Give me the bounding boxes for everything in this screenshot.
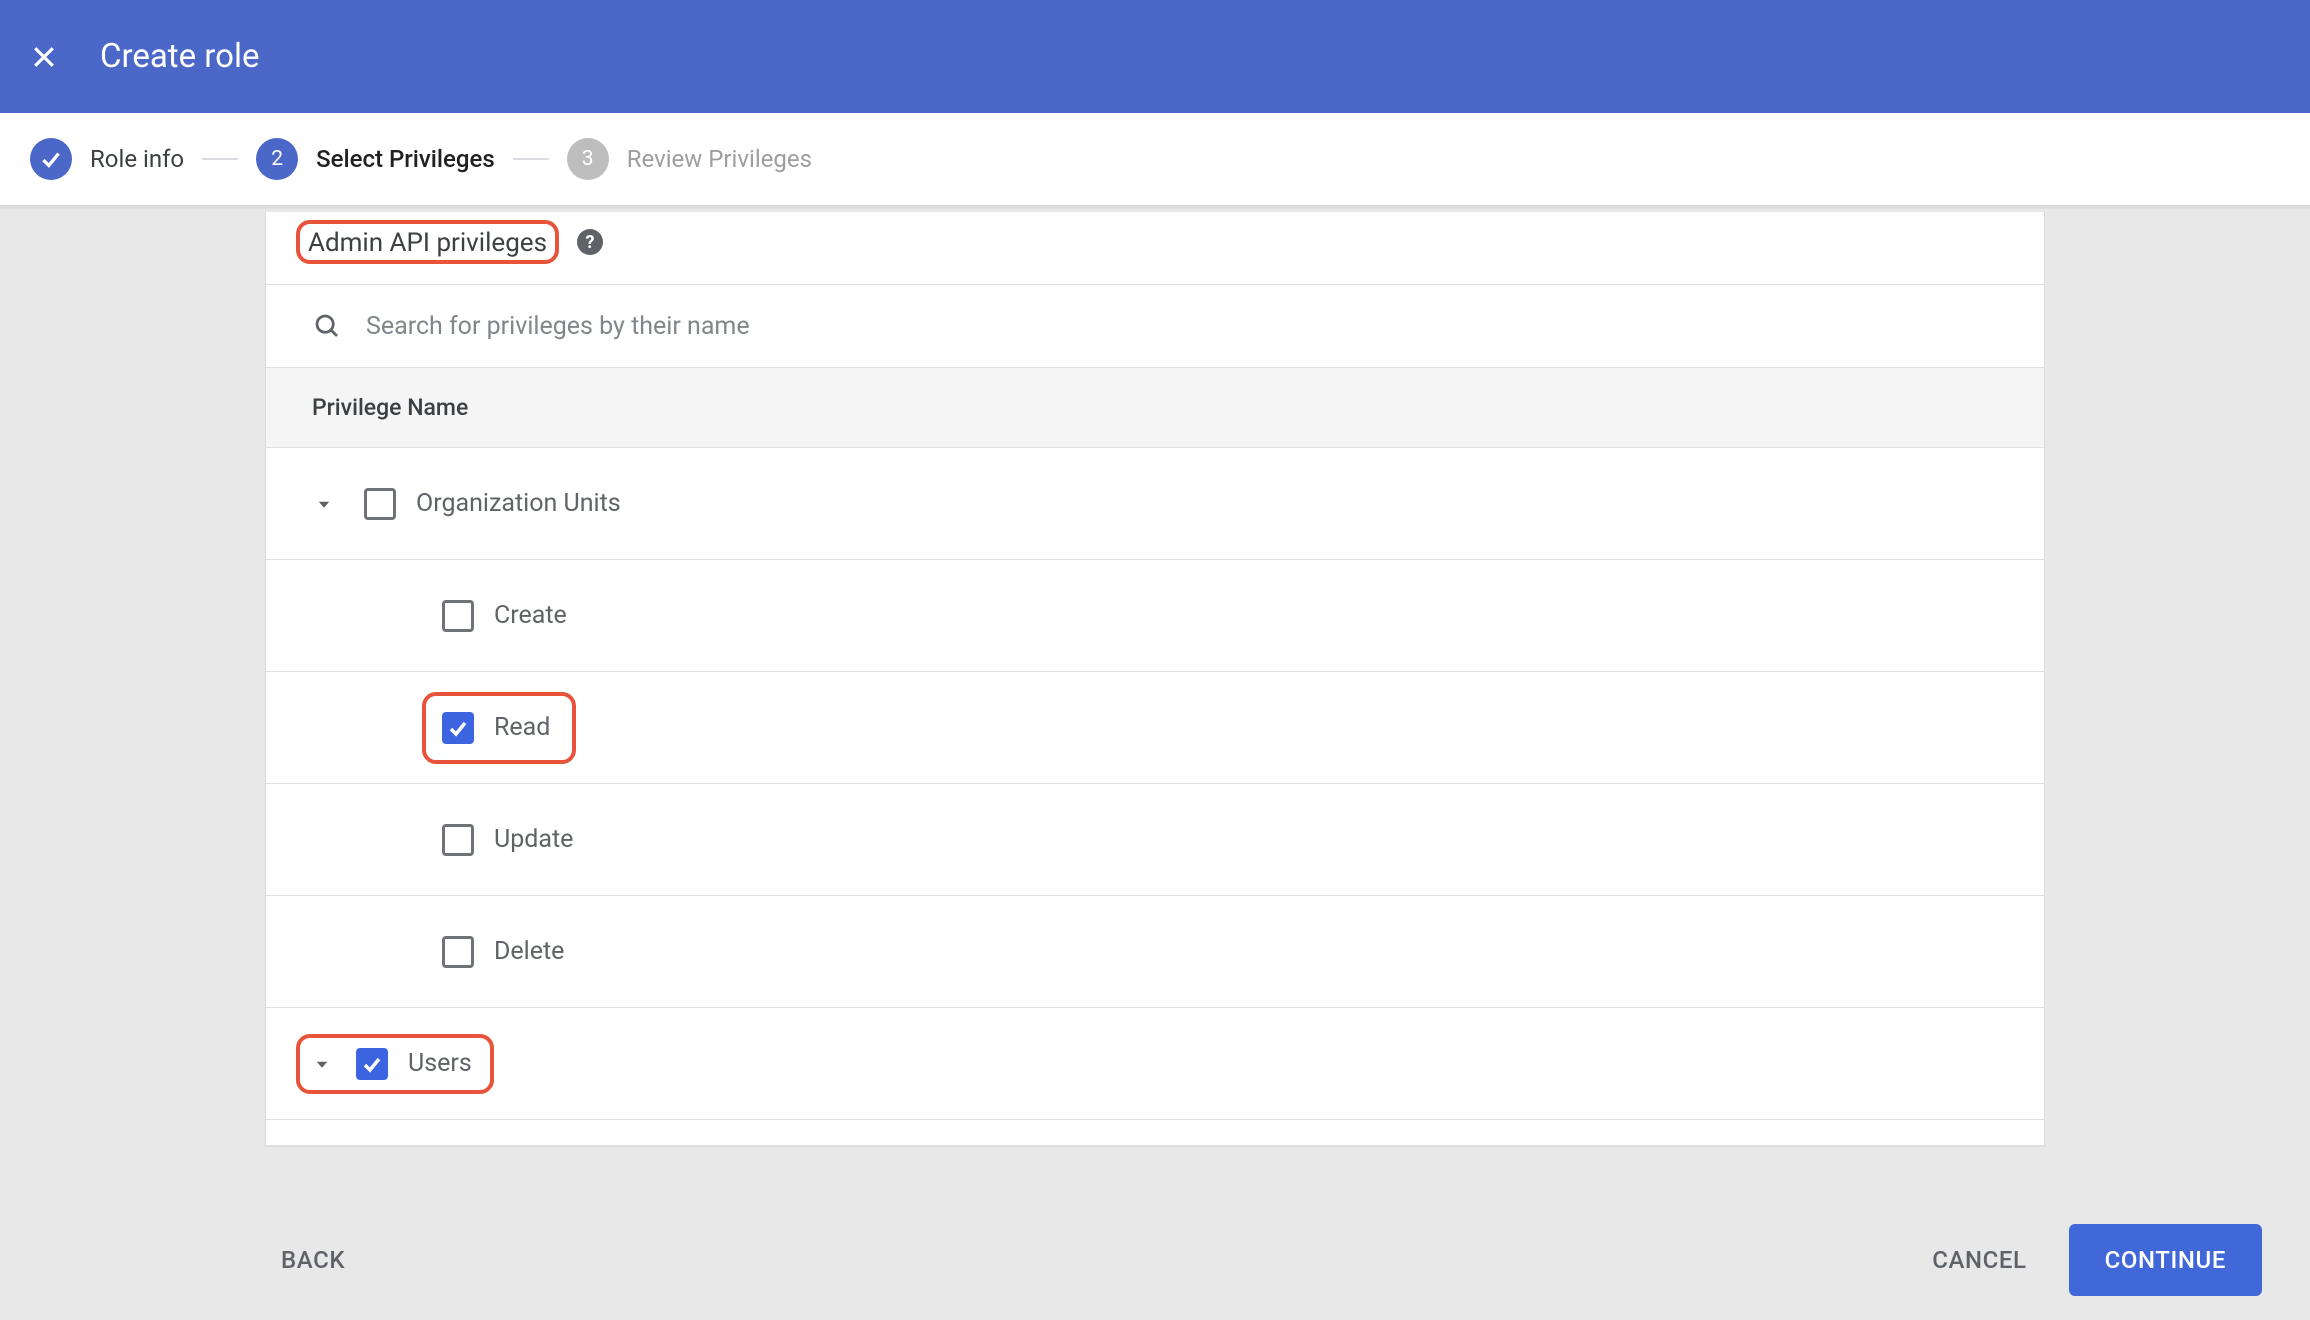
step-number-badge: 2 [256, 138, 298, 180]
step-separator [513, 158, 549, 160]
privilege-label: Users [408, 1049, 472, 1078]
search-icon [312, 311, 342, 341]
panel-header: Admin API privileges ? [296, 212, 2044, 284]
privilege-row-read[interactable]: Read [266, 672, 2044, 784]
step-label: Select Privileges [316, 145, 495, 173]
privilege-label: Organization Units [416, 489, 621, 518]
page-title: Create role [100, 37, 260, 76]
checkbox-users[interactable] [356, 1048, 388, 1080]
footer-bar: BACK CANCEL CONTINUE [0, 1200, 2310, 1320]
back-button[interactable]: BACK [275, 1236, 351, 1284]
cancel-button[interactable]: CANCEL [1926, 1236, 2032, 1284]
checkbox-update[interactable] [442, 824, 474, 856]
checkbox-delete[interactable] [442, 936, 474, 968]
privilege-row-update[interactable]: Update [266, 784, 2044, 896]
spacer-row [266, 1120, 2044, 1146]
checkbox-create[interactable] [442, 600, 474, 632]
privileges-card: Admin API privileges ? Search for privil… [265, 212, 2045, 1147]
step-number-badge: 3 [567, 138, 609, 180]
check-circle-icon [30, 138, 72, 180]
search-input[interactable]: Search for privileges by their name [266, 284, 2044, 367]
privilege-row-delete[interactable]: Delete [266, 896, 2044, 1008]
privilege-label: Read [494, 713, 550, 742]
column-header: Privilege Name [266, 367, 2044, 448]
privilege-label: Delete [494, 937, 564, 966]
highlight-annotation: Read [422, 692, 576, 764]
privilege-row-users[interactable]: Users [266, 1008, 2044, 1120]
close-icon [29, 42, 59, 72]
step-separator [202, 158, 238, 160]
header-bar: Create role [0, 0, 2310, 113]
privilege-label: Create [494, 601, 567, 630]
collapse-icon[interactable] [312, 495, 336, 513]
close-button[interactable] [26, 39, 62, 75]
privilege-row-create[interactable]: Create [266, 560, 2044, 672]
privilege-label: Update [494, 825, 573, 854]
step-role-info[interactable]: Role info [30, 138, 184, 180]
checkbox-read[interactable] [442, 712, 474, 744]
highlight-annotation: Admin API privileges [296, 220, 559, 264]
highlight-annotation: Users [296, 1034, 494, 1094]
step-review-privileges[interactable]: 3 Review Privileges [567, 138, 812, 180]
privilege-row-org-units[interactable]: Organization Units [266, 448, 2044, 560]
panel-title: Admin API privileges [308, 228, 547, 258]
checkbox-org-units[interactable] [364, 488, 396, 520]
stepper: Role info 2 Select Privileges 3 Review P… [0, 113, 2310, 206]
help-icon[interactable]: ? [577, 229, 603, 255]
step-label: Review Privileges [627, 145, 812, 173]
continue-button[interactable]: CONTINUE [2069, 1224, 2262, 1296]
step-label: Role info [90, 145, 184, 173]
content-area: Admin API privileges ? Search for privil… [0, 210, 2310, 1147]
step-select-privileges[interactable]: 2 Select Privileges [256, 138, 495, 180]
collapse-icon[interactable] [310, 1055, 334, 1073]
search-placeholder: Search for privileges by their name [366, 312, 750, 341]
